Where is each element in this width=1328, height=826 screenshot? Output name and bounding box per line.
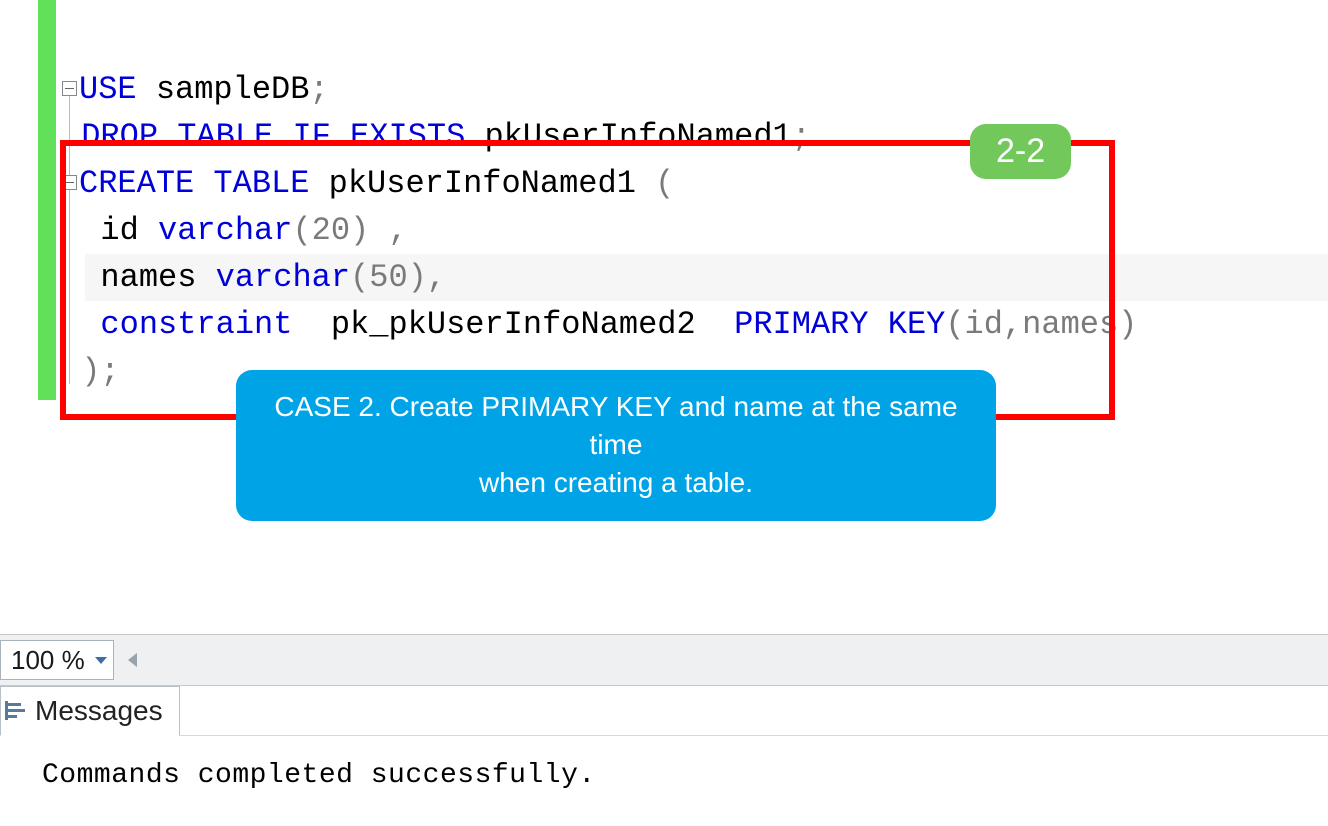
kw-drop: DROP xyxy=(81,118,158,155)
callout-line-2: when creating a table. xyxy=(256,464,976,502)
zoom-level-dropdown[interactable]: 100 % xyxy=(0,640,114,680)
step-badge-text: 2-2 xyxy=(996,132,1045,170)
punct-semi: ; xyxy=(100,353,119,390)
sql-code[interactable]: USE sampleDB; DROP TABLE IF EXISTS pkUse… xyxy=(62,66,1137,395)
punct-comma: , xyxy=(369,212,407,249)
type-args: (50) xyxy=(350,259,427,296)
type-varchar: varchar xyxy=(216,259,350,296)
kw-exists: EXISTS xyxy=(350,118,465,155)
messages-tab[interactable]: Messages xyxy=(0,686,180,736)
punct-semi: ; xyxy=(792,118,811,155)
col-names: names xyxy=(100,259,196,296)
pk-cols: (id,names) xyxy=(945,306,1137,343)
col-id: id xyxy=(100,212,138,249)
kw-use: USE xyxy=(79,71,137,108)
zoom-value: 100 % xyxy=(11,645,85,676)
punct-paren: ( xyxy=(655,165,674,202)
kw-primary: PRIMARY xyxy=(734,306,868,343)
punct-comma: , xyxy=(427,259,446,296)
messages-text: Commands completed successfully. xyxy=(42,760,596,791)
callout-line-1: CASE 2. Create PRIMARY KEY and name at t… xyxy=(256,388,976,464)
type-args: (20) xyxy=(292,212,369,249)
editor-status-bar: 100 % xyxy=(0,634,1328,686)
kw-constraint: constraint xyxy=(100,306,292,343)
fold-toggle-icon[interactable] xyxy=(62,175,77,190)
kw-table: TABLE xyxy=(177,118,273,155)
scroll-left-button[interactable] xyxy=(122,640,144,680)
messages-output[interactable]: Commands completed successfully. xyxy=(0,736,1328,791)
identifier-tbl: pkUserInfoNamed1 xyxy=(484,118,791,155)
messages-tab-label: Messages xyxy=(35,695,163,727)
kw-table: TABLE xyxy=(213,165,309,202)
step-badge: 2-2 xyxy=(970,124,1071,179)
identifier-tbl: pkUserInfoNamed1 xyxy=(329,165,636,202)
explanation-callout: CASE 2. Create PRIMARY KEY and name at t… xyxy=(236,370,996,521)
type-varchar: varchar xyxy=(158,212,292,249)
messages-icon xyxy=(5,700,27,722)
constraint-name: pk_pkUserInfoNamed2 xyxy=(331,306,696,343)
kw-if: IF xyxy=(292,118,330,155)
change-marker-gutter xyxy=(38,0,56,400)
punct-close-paren: ) xyxy=(81,353,100,390)
results-tab-strip: Messages xyxy=(0,686,1328,736)
chevron-down-icon xyxy=(95,657,107,664)
kw-key: KEY xyxy=(888,306,946,343)
kw-create: CREATE xyxy=(79,165,194,202)
identifier-db: sampleDB xyxy=(156,71,310,108)
sql-editor-area[interactable]: USE sampleDB; DROP TABLE IF EXISTS pkUse… xyxy=(0,0,1328,634)
punct-semi: ; xyxy=(309,71,328,108)
fold-toggle-icon[interactable] xyxy=(62,81,77,96)
